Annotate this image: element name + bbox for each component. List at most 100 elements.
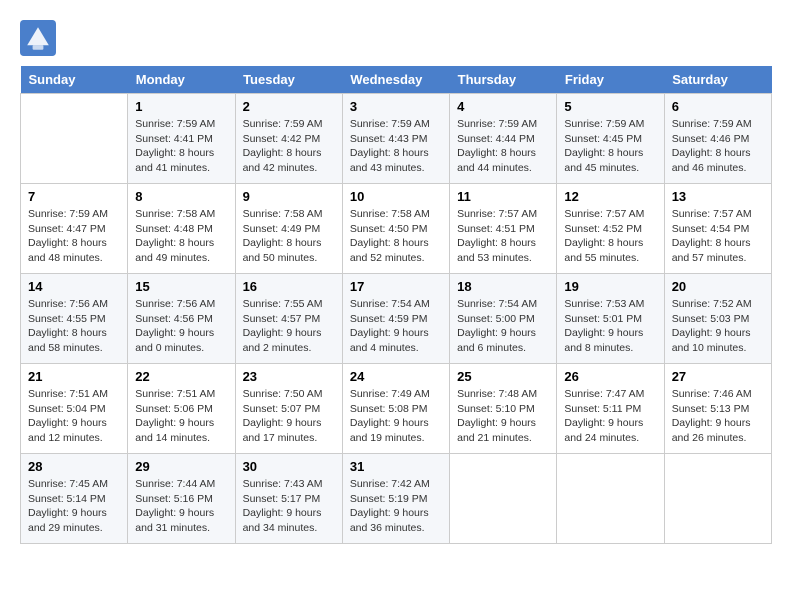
day-info: Sunrise: 7:55 AMSunset: 4:57 PMDaylight:…	[243, 297, 335, 356]
calendar-cell	[21, 94, 128, 184]
calendar-week-row: 7 Sunrise: 7:59 AMSunset: 4:47 PMDayligh…	[21, 184, 772, 274]
day-number: 8	[135, 189, 227, 204]
calendar-cell: 4 Sunrise: 7:59 AMSunset: 4:44 PMDayligh…	[450, 94, 557, 184]
calendar-cell	[450, 454, 557, 544]
day-info: Sunrise: 7:45 AMSunset: 5:14 PMDaylight:…	[28, 477, 120, 536]
calendar-cell: 19 Sunrise: 7:53 AMSunset: 5:01 PMDaylig…	[557, 274, 664, 364]
day-info: Sunrise: 7:57 AMSunset: 4:54 PMDaylight:…	[672, 207, 764, 266]
calendar-cell: 30 Sunrise: 7:43 AMSunset: 5:17 PMDaylig…	[235, 454, 342, 544]
calendar-cell: 3 Sunrise: 7:59 AMSunset: 4:43 PMDayligh…	[342, 94, 449, 184]
day-info: Sunrise: 7:50 AMSunset: 5:07 PMDaylight:…	[243, 387, 335, 446]
day-info: Sunrise: 7:58 AMSunset: 4:50 PMDaylight:…	[350, 207, 442, 266]
day-number: 18	[457, 279, 549, 294]
day-number: 14	[28, 279, 120, 294]
calendar-cell: 16 Sunrise: 7:55 AMSunset: 4:57 PMDaylig…	[235, 274, 342, 364]
calendar-cell: 17 Sunrise: 7:54 AMSunset: 4:59 PMDaylig…	[342, 274, 449, 364]
day-info: Sunrise: 7:58 AMSunset: 4:48 PMDaylight:…	[135, 207, 227, 266]
day-number: 5	[564, 99, 656, 114]
day-info: Sunrise: 7:57 AMSunset: 4:51 PMDaylight:…	[457, 207, 549, 266]
calendar-cell: 5 Sunrise: 7:59 AMSunset: 4:45 PMDayligh…	[557, 94, 664, 184]
day-info: Sunrise: 7:42 AMSunset: 5:19 PMDaylight:…	[350, 477, 442, 536]
day-number: 2	[243, 99, 335, 114]
day-info: Sunrise: 7:56 AMSunset: 4:56 PMDaylight:…	[135, 297, 227, 356]
calendar-cell	[664, 454, 771, 544]
day-number: 10	[350, 189, 442, 204]
day-number: 3	[350, 99, 442, 114]
day-info: Sunrise: 7:51 AMSunset: 5:04 PMDaylight:…	[28, 387, 120, 446]
calendar-cell: 9 Sunrise: 7:58 AMSunset: 4:49 PMDayligh…	[235, 184, 342, 274]
day-info: Sunrise: 7:59 AMSunset: 4:46 PMDaylight:…	[672, 117, 764, 176]
day-info: Sunrise: 7:54 AMSunset: 4:59 PMDaylight:…	[350, 297, 442, 356]
day-number: 30	[243, 459, 335, 474]
day-info: Sunrise: 7:51 AMSunset: 5:06 PMDaylight:…	[135, 387, 227, 446]
calendar-week-row: 28 Sunrise: 7:45 AMSunset: 5:14 PMDaylig…	[21, 454, 772, 544]
day-info: Sunrise: 7:58 AMSunset: 4:49 PMDaylight:…	[243, 207, 335, 266]
calendar-cell: 26 Sunrise: 7:47 AMSunset: 5:11 PMDaylig…	[557, 364, 664, 454]
day-number: 9	[243, 189, 335, 204]
calendar-cell: 1 Sunrise: 7:59 AMSunset: 4:41 PMDayligh…	[128, 94, 235, 184]
day-info: Sunrise: 7:57 AMSunset: 4:52 PMDaylight:…	[564, 207, 656, 266]
day-number: 7	[28, 189, 120, 204]
day-number: 15	[135, 279, 227, 294]
calendar-week-row: 1 Sunrise: 7:59 AMSunset: 4:41 PMDayligh…	[21, 94, 772, 184]
day-number: 26	[564, 369, 656, 384]
day-number: 22	[135, 369, 227, 384]
logo-icon	[20, 20, 56, 56]
calendar-cell: 15 Sunrise: 7:56 AMSunset: 4:56 PMDaylig…	[128, 274, 235, 364]
day-info: Sunrise: 7:59 AMSunset: 4:44 PMDaylight:…	[457, 117, 549, 176]
calendar-cell: 8 Sunrise: 7:58 AMSunset: 4:48 PMDayligh…	[128, 184, 235, 274]
calendar-cell: 11 Sunrise: 7:57 AMSunset: 4:51 PMDaylig…	[450, 184, 557, 274]
calendar-cell: 28 Sunrise: 7:45 AMSunset: 5:14 PMDaylig…	[21, 454, 128, 544]
day-info: Sunrise: 7:46 AMSunset: 5:13 PMDaylight:…	[672, 387, 764, 446]
calendar-cell: 27 Sunrise: 7:46 AMSunset: 5:13 PMDaylig…	[664, 364, 771, 454]
day-number: 17	[350, 279, 442, 294]
day-info: Sunrise: 7:59 AMSunset: 4:45 PMDaylight:…	[564, 117, 656, 176]
day-info: Sunrise: 7:44 AMSunset: 5:16 PMDaylight:…	[135, 477, 227, 536]
day-info: Sunrise: 7:59 AMSunset: 4:41 PMDaylight:…	[135, 117, 227, 176]
day-number: 28	[28, 459, 120, 474]
day-number: 31	[350, 459, 442, 474]
day-info: Sunrise: 7:59 AMSunset: 4:42 PMDaylight:…	[243, 117, 335, 176]
day-info: Sunrise: 7:56 AMSunset: 4:55 PMDaylight:…	[28, 297, 120, 356]
calendar-cell: 21 Sunrise: 7:51 AMSunset: 5:04 PMDaylig…	[21, 364, 128, 454]
header-saturday: Saturday	[664, 66, 771, 94]
calendar-cell: 10 Sunrise: 7:58 AMSunset: 4:50 PMDaylig…	[342, 184, 449, 274]
calendar-cell: 22 Sunrise: 7:51 AMSunset: 5:06 PMDaylig…	[128, 364, 235, 454]
day-info: Sunrise: 7:54 AMSunset: 5:00 PMDaylight:…	[457, 297, 549, 356]
day-number: 11	[457, 189, 549, 204]
calendar-cell: 13 Sunrise: 7:57 AMSunset: 4:54 PMDaylig…	[664, 184, 771, 274]
header-sunday: Sunday	[21, 66, 128, 94]
calendar-cell: 31 Sunrise: 7:42 AMSunset: 5:19 PMDaylig…	[342, 454, 449, 544]
header-friday: Friday	[557, 66, 664, 94]
calendar-header-row: SundayMondayTuesdayWednesdayThursdayFrid…	[21, 66, 772, 94]
day-info: Sunrise: 7:59 AMSunset: 4:43 PMDaylight:…	[350, 117, 442, 176]
calendar-cell: 29 Sunrise: 7:44 AMSunset: 5:16 PMDaylig…	[128, 454, 235, 544]
day-number: 1	[135, 99, 227, 114]
calendar-cell: 24 Sunrise: 7:49 AMSunset: 5:08 PMDaylig…	[342, 364, 449, 454]
header-tuesday: Tuesday	[235, 66, 342, 94]
day-number: 25	[457, 369, 549, 384]
calendar-table: SundayMondayTuesdayWednesdayThursdayFrid…	[20, 66, 772, 544]
calendar-week-row: 21 Sunrise: 7:51 AMSunset: 5:04 PMDaylig…	[21, 364, 772, 454]
day-number: 23	[243, 369, 335, 384]
day-info: Sunrise: 7:47 AMSunset: 5:11 PMDaylight:…	[564, 387, 656, 446]
calendar-cell: 6 Sunrise: 7:59 AMSunset: 4:46 PMDayligh…	[664, 94, 771, 184]
day-number: 13	[672, 189, 764, 204]
calendar-week-row: 14 Sunrise: 7:56 AMSunset: 4:55 PMDaylig…	[21, 274, 772, 364]
day-info: Sunrise: 7:53 AMSunset: 5:01 PMDaylight:…	[564, 297, 656, 356]
day-number: 24	[350, 369, 442, 384]
day-number: 21	[28, 369, 120, 384]
calendar-cell: 25 Sunrise: 7:48 AMSunset: 5:10 PMDaylig…	[450, 364, 557, 454]
day-number: 29	[135, 459, 227, 474]
day-info: Sunrise: 7:48 AMSunset: 5:10 PMDaylight:…	[457, 387, 549, 446]
day-number: 16	[243, 279, 335, 294]
logo	[20, 20, 62, 56]
calendar-cell: 23 Sunrise: 7:50 AMSunset: 5:07 PMDaylig…	[235, 364, 342, 454]
calendar-cell: 14 Sunrise: 7:56 AMSunset: 4:55 PMDaylig…	[21, 274, 128, 364]
day-number: 19	[564, 279, 656, 294]
header-monday: Monday	[128, 66, 235, 94]
calendar-cell: 20 Sunrise: 7:52 AMSunset: 5:03 PMDaylig…	[664, 274, 771, 364]
day-number: 4	[457, 99, 549, 114]
day-number: 12	[564, 189, 656, 204]
calendar-cell: 12 Sunrise: 7:57 AMSunset: 4:52 PMDaylig…	[557, 184, 664, 274]
